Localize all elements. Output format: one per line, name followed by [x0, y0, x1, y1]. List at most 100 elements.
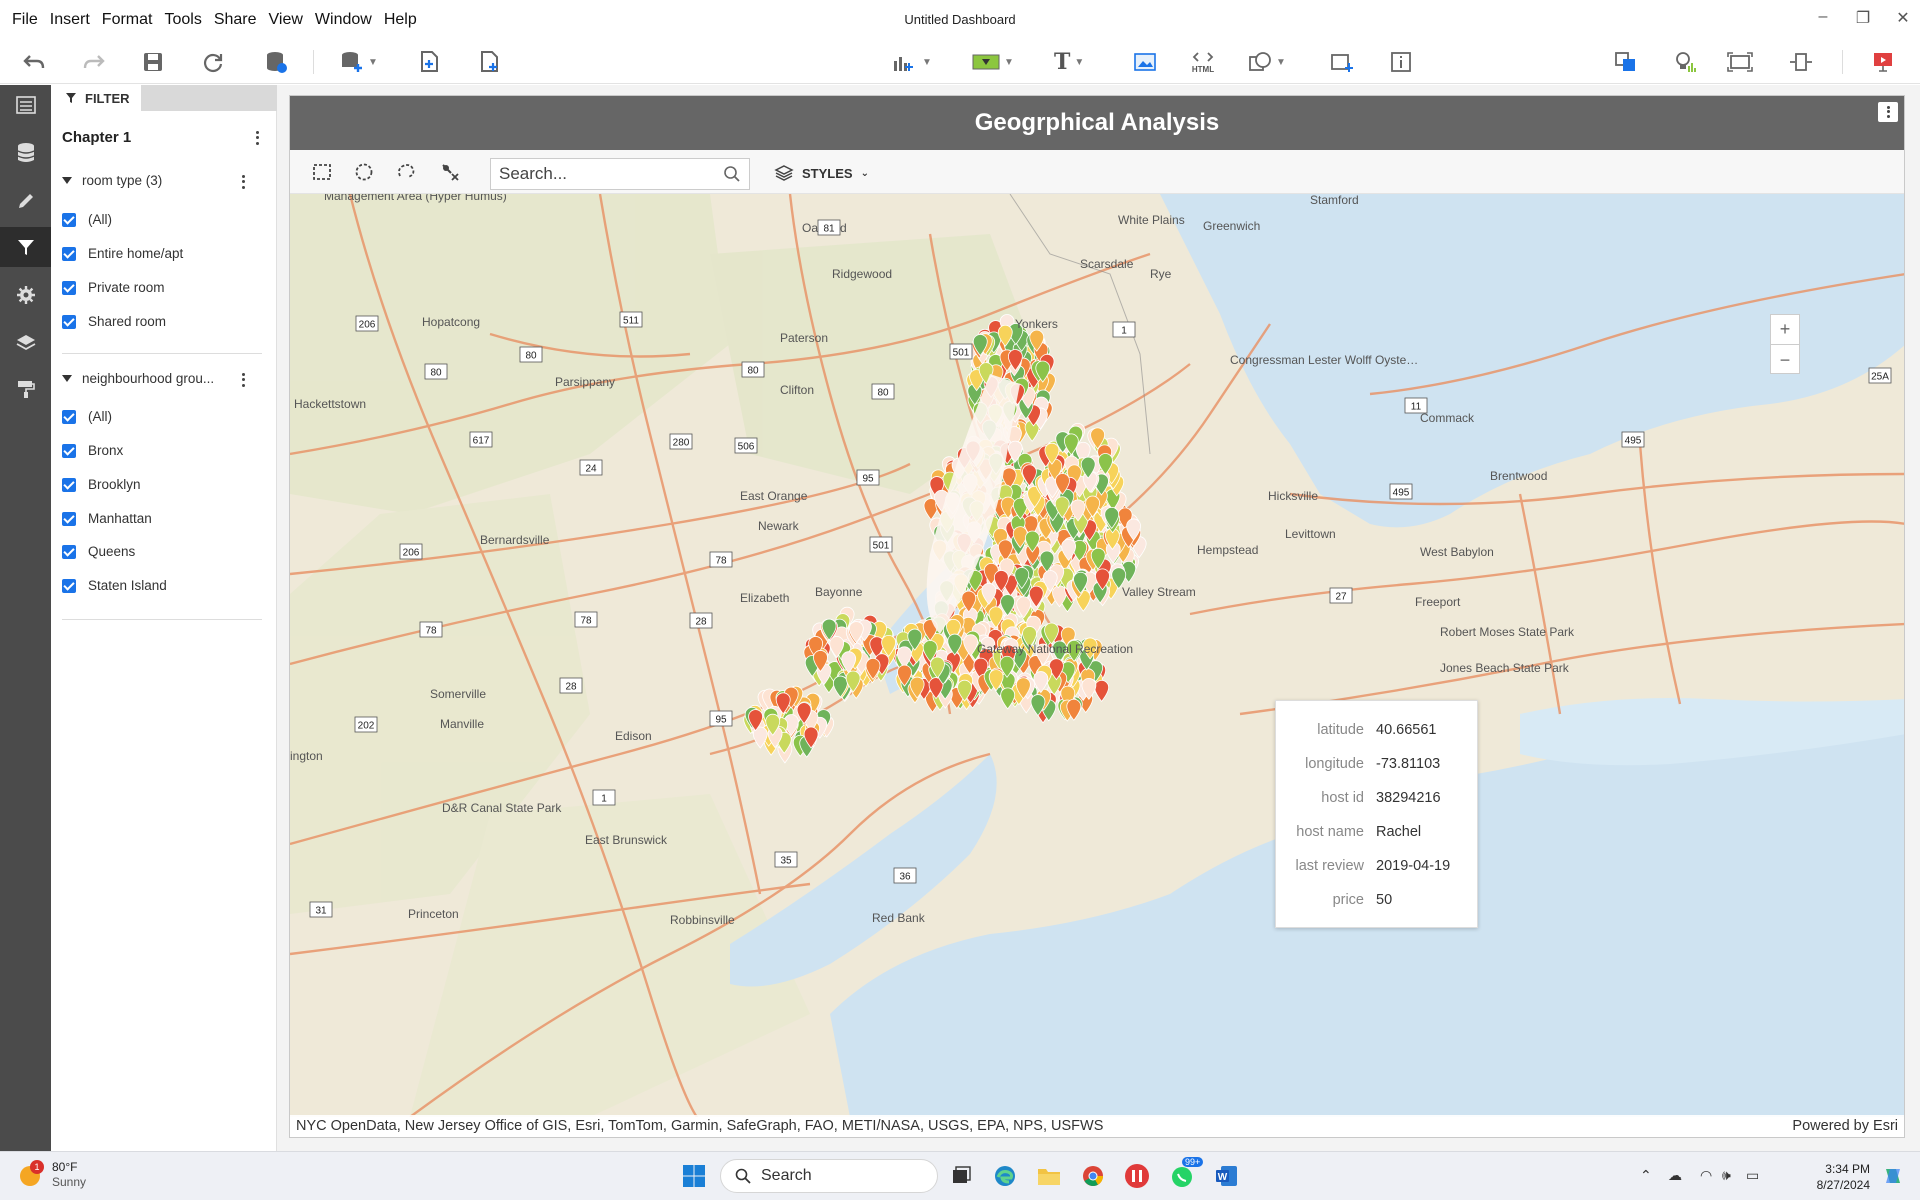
- room-type-group-header[interactable]: room type (3): [62, 173, 162, 188]
- copilot-icon[interactable]: [1878, 1161, 1908, 1191]
- word-icon[interactable]: W: [1212, 1161, 1242, 1191]
- edge-icon[interactable]: [990, 1161, 1020, 1191]
- checkbox[interactable]: [62, 314, 76, 329]
- format-painter-icon[interactable]: [0, 369, 51, 409]
- chart-icon[interactable]: ▼: [892, 48, 932, 76]
- info-icon[interactable]: [1390, 48, 1412, 76]
- filter-icon[interactable]: [0, 227, 51, 267]
- checkbox[interactable]: [62, 280, 76, 295]
- copy-page-icon[interactable]: [418, 48, 440, 76]
- new-page-icon[interactable]: [478, 48, 500, 76]
- menu-tools[interactable]: Tools: [158, 11, 207, 29]
- checkbox[interactable]: [62, 246, 76, 261]
- filter-widget-icon[interactable]: ▼: [972, 48, 1014, 76]
- insights-icon[interactable]: [1672, 48, 1698, 76]
- filter-option-bronx[interactable]: Bronx: [62, 443, 123, 458]
- room-type-more-icon[interactable]: [238, 174, 248, 190]
- filter-option-queens[interactable]: Queens: [62, 544, 135, 559]
- pages-icon[interactable]: [0, 85, 51, 125]
- edit-icon[interactable]: [0, 181, 51, 221]
- file-explorer-icon[interactable]: [1034, 1161, 1064, 1191]
- layers-icon[interactable]: [0, 323, 51, 363]
- settings-icon[interactable]: [0, 275, 51, 315]
- rectangle-select-icon[interactable]: [312, 162, 332, 187]
- system-clock[interactable]: 3:34 PM 8/27/2024: [1817, 1161, 1870, 1193]
- close-icon[interactable]: ✕: [1894, 8, 1912, 28]
- chevron-up-icon[interactable]: ⌃: [1640, 1167, 1652, 1184]
- powered-by-text[interactable]: Powered by Esri: [1792, 1118, 1898, 1134]
- checkbox[interactable]: [62, 511, 76, 526]
- add-container-icon[interactable]: [1330, 48, 1354, 76]
- chrome-icon[interactable]: [1078, 1161, 1108, 1191]
- data-source-icon[interactable]: [264, 48, 288, 76]
- fit-width-icon[interactable]: [1788, 48, 1814, 76]
- image-icon[interactable]: [1134, 48, 1156, 76]
- option-label: Private room: [88, 280, 165, 295]
- menu-view[interactable]: View: [263, 11, 309, 29]
- lasso-select-icon[interactable]: [396, 162, 416, 187]
- neighbourhood-more-icon[interactable]: [238, 372, 248, 388]
- zoom-in-button[interactable]: +: [1771, 315, 1799, 345]
- undo-icon[interactable]: [22, 48, 46, 76]
- fit-screen-icon[interactable]: [1726, 48, 1754, 76]
- layer-order-icon[interactable]: [1614, 48, 1638, 76]
- task-view-icon[interactable]: [946, 1161, 976, 1191]
- menu-window[interactable]: Window: [309, 11, 378, 29]
- zoom-out-button[interactable]: −: [1771, 345, 1799, 375]
- checkbox[interactable]: [62, 212, 76, 227]
- route-shield: 617: [469, 431, 493, 448]
- taskbar-search[interactable]: Search: [720, 1159, 938, 1193]
- filter-tab-icon: [66, 93, 76, 103]
- circle-select-icon[interactable]: [354, 162, 374, 187]
- shapes-icon[interactable]: ▼: [1248, 48, 1286, 76]
- filter-option-private-room[interactable]: Private room: [62, 280, 165, 295]
- neighbourhood-group-header[interactable]: neighbourhood grou...: [62, 371, 214, 386]
- save-icon[interactable]: [142, 48, 164, 76]
- refresh-icon[interactable]: [202, 48, 224, 76]
- whatsapp-icon[interactable]: 99+: [1168, 1157, 1204, 1191]
- filter-option-brooklyn[interactable]: Brooklyn: [62, 477, 141, 492]
- dashboard-app-icon[interactable]: [1122, 1161, 1152, 1191]
- add-data-icon[interactable]: ▼: [340, 48, 378, 76]
- filter-option-staten-island[interactable]: Staten Island: [62, 578, 167, 593]
- battery-icon[interactable]: ▭: [1746, 1167, 1759, 1184]
- filter-tab[interactable]: FILTER: [55, 85, 141, 111]
- checkbox[interactable]: [62, 443, 76, 458]
- cloud-icon[interactable]: ☁: [1668, 1167, 1682, 1184]
- checkbox[interactable]: [62, 544, 76, 559]
- filter-option-entire-home[interactable]: Entire home/apt: [62, 246, 183, 261]
- basemap[interactable]: StamfordWhite PlainsGreenwichOaklandRidg…: [290, 194, 1904, 1117]
- styles-dropdown[interactable]: STYLES ⌄: [774, 164, 869, 182]
- volume-icon[interactable]: 🕪: [1722, 1167, 1731, 1184]
- menu-insert[interactable]: Insert: [44, 11, 96, 29]
- weather-widget[interactable]: 1 80°F Sunny: [18, 1160, 86, 1190]
- map-search-input[interactable]: Search...: [490, 158, 750, 190]
- checkbox[interactable]: [62, 477, 76, 492]
- search-icon[interactable]: [723, 165, 741, 183]
- html-icon[interactable]: HTML: [1188, 48, 1218, 76]
- menu-format[interactable]: Format: [96, 11, 159, 29]
- windows-start-icon[interactable]: [679, 1161, 709, 1191]
- widget-menu-icon[interactable]: [1878, 102, 1898, 122]
- filter-option-all-room[interactable]: (All): [62, 212, 112, 227]
- checkbox[interactable]: [62, 578, 76, 593]
- filter-option-manhattan[interactable]: Manhattan: [62, 511, 152, 526]
- map-view[interactable]: StamfordWhite PlainsGreenwichOaklandRidg…: [290, 194, 1904, 1117]
- chapter-more-icon[interactable]: [252, 130, 262, 146]
- minimize-icon[interactable]: –: [1814, 8, 1832, 28]
- place-label: ington: [290, 749, 323, 763]
- data-icon[interactable]: [0, 133, 51, 173]
- clear-selection-icon[interactable]: [440, 162, 460, 187]
- menu-help[interactable]: Help: [378, 11, 423, 29]
- present-icon[interactable]: [1872, 48, 1894, 76]
- menu-file[interactable]: File: [6, 11, 44, 29]
- menu-share[interactable]: Share: [208, 11, 263, 29]
- filter-option-shared-room[interactable]: Shared room: [62, 314, 166, 329]
- filter-option-all-neighbourhood[interactable]: (All): [62, 409, 112, 424]
- option-label: (All): [88, 212, 112, 227]
- restore-icon[interactable]: ❐: [1854, 8, 1872, 28]
- wifi-icon[interactable]: ◠: [1700, 1167, 1712, 1184]
- checkbox[interactable]: [62, 409, 76, 424]
- redo-icon[interactable]: [82, 48, 106, 76]
- text-icon[interactable]: T ▼: [1054, 48, 1084, 76]
